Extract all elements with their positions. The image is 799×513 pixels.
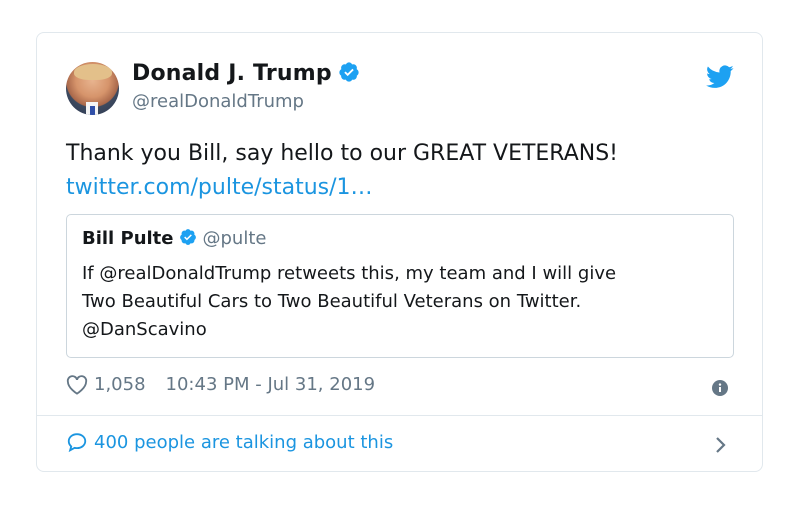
tweet-meta: 1,058 10:43 PM - Jul 31, 2019 (66, 374, 375, 395)
tweet-body: Thank you Bill, say hello to our GREAT V… (66, 141, 618, 166)
divider (37, 415, 762, 416)
avatar[interactable] (66, 62, 119, 115)
quoted-text-line: If @realDonaldTrump retweets this, my te… (82, 263, 617, 284)
tweet-card[interactable]: Donald J. Trump @realDonaldTrump Thank y… (36, 32, 763, 472)
quoted-header[interactable]: Bill Pulte @pulte (82, 226, 718, 254)
heart-icon[interactable] (66, 374, 88, 395)
author-name[interactable]: Donald J. Trump (132, 61, 332, 86)
twitter-bird-icon[interactable] (706, 65, 734, 93)
speech-bubble-icon (66, 431, 88, 453)
conversation-link[interactable]: 400 people are talking about this (66, 431, 393, 453)
quoted-author-handle[interactable]: @pulte (203, 228, 267, 249)
timestamp[interactable]: 10:43 PM - Jul 31, 2019 (166, 374, 376, 395)
quoted-text: If @realDonaldTrump retweets this, my te… (82, 260, 718, 344)
verified-icon (179, 228, 197, 254)
info-icon[interactable] (712, 380, 728, 400)
quoted-author-name[interactable]: Bill Pulte (82, 228, 174, 249)
chevron-right-icon[interactable] (714, 435, 728, 459)
tweet-text: Thank you Bill, say hello to our GREAT V… (66, 137, 618, 205)
author-handle[interactable]: @realDonaldTrump (132, 91, 304, 112)
conversation-count[interactable]: 400 people are talking about this (94, 432, 393, 453)
quoted-text-line: Two Beautiful Cars to Two Beautiful Vete… (82, 291, 582, 312)
author-name-row[interactable]: Donald J. Trump (132, 61, 360, 89)
avatar-hair (74, 64, 112, 80)
avatar-tie (90, 106, 95, 115)
quoted-text-line: @DanScavino (82, 319, 207, 340)
tweet-link[interactable]: twitter.com/pulte/status/1… (66, 171, 618, 205)
like-count[interactable]: 1,058 (94, 374, 146, 395)
verified-icon (338, 61, 360, 89)
quoted-tweet[interactable]: Bill Pulte @pulte If @realDonaldTrump ret… (66, 214, 734, 358)
